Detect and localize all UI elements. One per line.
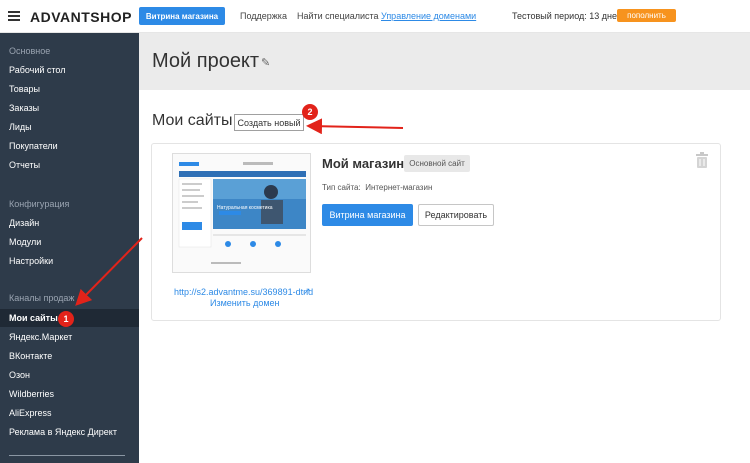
site-type-label: Тип сайта: — [322, 183, 361, 192]
sidebar-divider — [9, 455, 125, 456]
sidebar-item-reports[interactable]: Отчеты — [0, 156, 139, 174]
sidebar-item-leads[interactable]: Лиды — [0, 118, 139, 136]
annotation-marker-2: 2 — [302, 104, 318, 120]
showcase-button[interactable]: Витрина магазина — [322, 204, 413, 226]
sites-title: Мои сайты — [152, 112, 233, 129]
domain-management-link[interactable]: Управление доменами — [381, 11, 476, 21]
pencil-icon[interactable]: ✎ — [261, 56, 270, 69]
site-url-link[interactable]: http://s2.advantme.su/369891-dtnd — [174, 287, 313, 297]
site-type-value: Интернет-магазин — [365, 183, 433, 192]
sidebar-item-yandex-market[interactable]: Яндекс.Маркет — [0, 328, 139, 346]
site-preview-image[interactable]: Натуральная косметика — [172, 153, 311, 273]
site-name: Мой магазин — [322, 156, 405, 171]
sidebar-section-config: Конфигурация — [9, 199, 70, 209]
logo[interactable]: ADVANTSHOP — [30, 9, 132, 25]
menu-icon[interactable] — [8, 11, 20, 21]
sidebar-item-yandex-direct[interactable]: Реклама в Яндекс Директ — [0, 423, 139, 441]
trial-period-text: Тестовый период: 13 дней — [512, 11, 623, 21]
sidebar-item-design[interactable]: Дизайн — [0, 214, 139, 232]
store-button[interactable]: Витрина магазина — [139, 7, 225, 25]
edit-button[interactable]: Редактировать — [418, 204, 494, 226]
sidebar-item-products[interactable]: Товары — [0, 80, 139, 98]
topup-button[interactable]: пополнить — [617, 9, 676, 22]
preview-text: Натуральная косметика — [217, 205, 273, 211]
top-bar: ADVANTSHOP Витрина магазина Поддержка На… — [0, 0, 750, 33]
sidebar-item-ozon[interactable]: Озон — [0, 366, 139, 384]
site-type: Тип сайта: Интернет-магазин — [322, 183, 432, 192]
support-link[interactable]: Поддержка — [240, 11, 287, 21]
sidebar-section-main: Основное — [9, 46, 51, 56]
sidebar-item-wildberries[interactable]: Wildberries — [0, 385, 139, 403]
create-new-button[interactable]: Создать новый — [234, 114, 304, 131]
page-title: Мой проект — [152, 50, 260, 72]
sidebar-item-vkontakte[interactable]: ВКонтакте — [0, 347, 139, 365]
sidebar-item-customers[interactable]: Покупатели — [0, 137, 139, 155]
sidebar-item-orders[interactable]: Заказы — [0, 99, 139, 117]
sidebar-item-modules[interactable]: Модули — [0, 233, 139, 251]
external-link-icon[interactable]: ↗ — [303, 286, 311, 297]
annotation-marker-1: 1 — [58, 311, 74, 327]
sidebar-item-dashboard[interactable]: Рабочий стол — [0, 61, 139, 79]
find-specialist-link[interactable]: Найти специалиста — [297, 11, 379, 21]
sidebar-item-settings[interactable]: Настройки — [0, 252, 139, 270]
sidebar-section-channels: Каналы продаж — [9, 293, 75, 303]
main-site-badge: Основной сайт — [404, 155, 470, 172]
sidebar-item-aliexpress[interactable]: AliExpress — [0, 404, 139, 422]
change-domain-link[interactable]: Изменить домен — [210, 298, 280, 308]
trash-icon[interactable] — [696, 152, 708, 168]
